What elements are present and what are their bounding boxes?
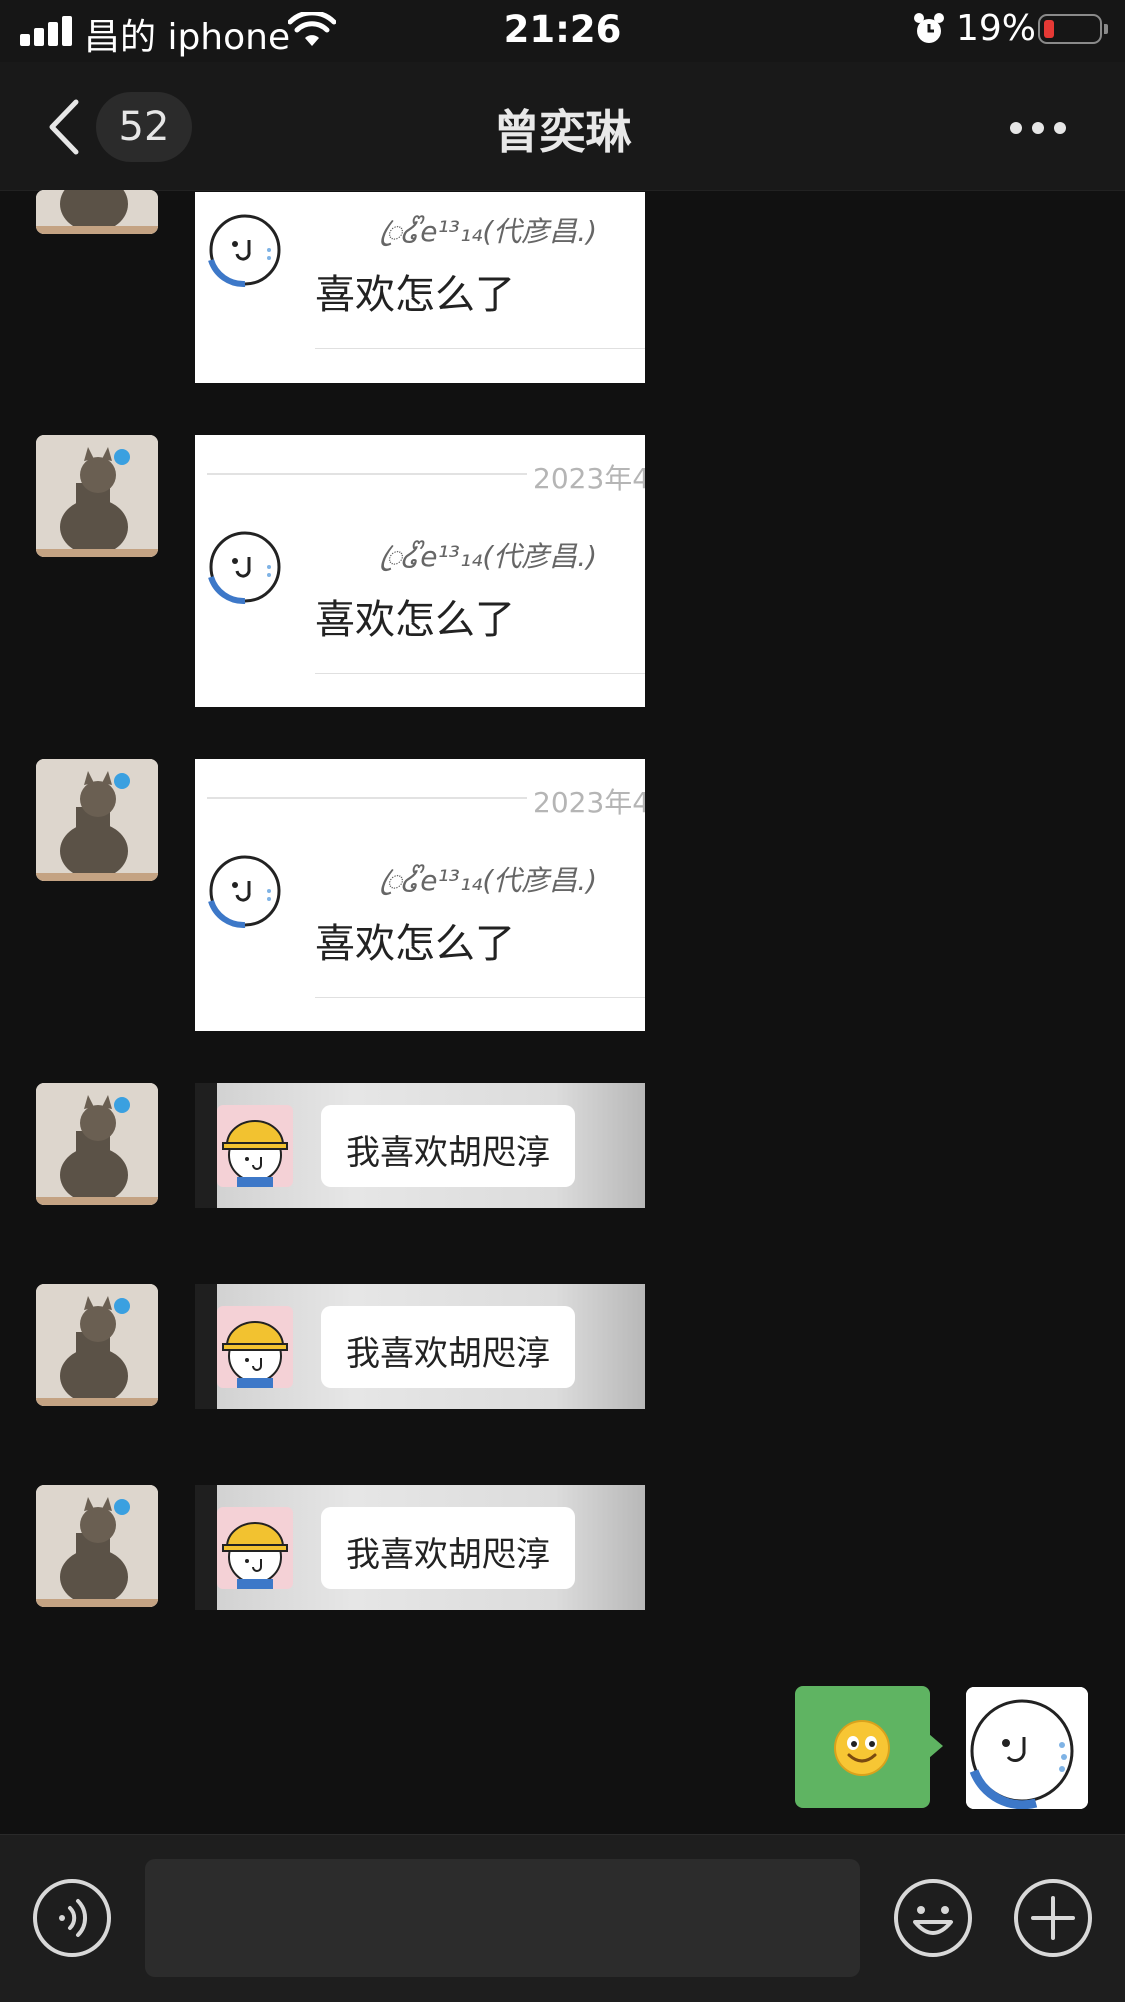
- bubble-tail: [929, 1734, 943, 1758]
- sticker-edge: [195, 1284, 217, 1409]
- sticker-message[interactable]: 2023年4 ꦿ໒ᩚe¹³₁₄(代彦昌.) 喜欢怎么了: [195, 435, 645, 707]
- contact-avatar[interactable]: [36, 190, 158, 234]
- divider: [315, 673, 645, 674]
- sticker-text: 喜欢怎么了: [315, 597, 515, 643]
- ellipsis-icon[interactable]: [1010, 112, 1070, 142]
- plus-circle-icon[interactable]: [1013, 1878, 1093, 1958]
- battery-percent: 19%: [956, 8, 1037, 49]
- contact-avatar[interactable]: [36, 1485, 158, 1607]
- sticker-text: 喜欢怎么了: [315, 272, 515, 318]
- outgoing-message-bubble[interactable]: [795, 1686, 930, 1808]
- sticker-text: 我喜欢胡咫淳: [346, 1133, 550, 1173]
- my-avatar[interactable]: [966, 1687, 1088, 1809]
- sticker-message[interactable]: 我喜欢胡咫淳: [195, 1485, 645, 1610]
- date-label: 2023年4: [533, 786, 645, 819]
- sticker-message[interactable]: ꦿ໒ᩚe¹³₁₄(代彦昌.) 喜欢怎么了: [195, 192, 645, 383]
- battery-level: [1044, 20, 1054, 38]
- sticker-text: 我喜欢胡咫淳: [346, 1535, 550, 1575]
- date-divider: [207, 797, 527, 799]
- contact-avatar[interactable]: [36, 1284, 158, 1406]
- sticker-text: 我喜欢胡咫淳: [346, 1334, 550, 1374]
- contact-avatar[interactable]: [36, 1083, 158, 1205]
- quoted-sender: ꦿ໒ᩚe¹³₁₄(代彦昌.): [379, 540, 598, 573]
- helmet-doodle-icon: [217, 1306, 293, 1388]
- sticker-message[interactable]: 我喜欢胡咫淳: [195, 1284, 645, 1409]
- doodle-face-icon: [208, 531, 281, 605]
- sticker-message[interactable]: 我喜欢胡咫淳: [195, 1083, 645, 1208]
- voice-icon[interactable]: [32, 1878, 112, 1958]
- sticker-bubble: 我喜欢胡咫淳: [321, 1507, 575, 1589]
- smiley-emoji-icon: [834, 1720, 890, 1776]
- sticker-edge: [195, 1485, 217, 1610]
- alarm-icon: [914, 13, 944, 43]
- emoji-face-icon[interactable]: [893, 1878, 973, 1958]
- status-bar: 昌的 iphone 21:26 19%: [0, 0, 1125, 62]
- quoted-sender: ꦿ໒ᩚe¹³₁₄(代彦昌.): [379, 864, 598, 897]
- chat-title: 曾奕琳: [493, 105, 632, 159]
- doodle-face-icon: [208, 214, 281, 288]
- doodle-face-icon: [208, 855, 281, 929]
- battery-icon: [1038, 14, 1102, 44]
- battery-nub: [1104, 24, 1108, 34]
- sticker-bubble: 我喜欢胡咫淳: [321, 1105, 575, 1187]
- contact-avatar[interactable]: [36, 759, 158, 881]
- date-label: 2023年4: [533, 462, 645, 495]
- chat-header: 52 曾奕琳: [0, 62, 1125, 191]
- divider: [315, 997, 645, 998]
- sticker-bubble: 我喜欢胡咫淳: [321, 1306, 575, 1388]
- divider: [315, 348, 645, 349]
- sticker-message[interactable]: 2023年4 ꦿ໒ᩚe¹³₁₄(代彦昌.) 喜欢怎么了: [195, 759, 645, 1031]
- date-divider: [207, 473, 527, 475]
- contact-avatar[interactable]: [36, 435, 158, 557]
- message-input[interactable]: [145, 1859, 860, 1977]
- sticker-text: 喜欢怎么了: [315, 921, 515, 967]
- helmet-doodle-icon: [217, 1507, 293, 1589]
- quoted-sender: ꦿ໒ᩚe¹³₁₄(代彦昌.): [379, 215, 598, 248]
- input-bar: [0, 1834, 1125, 2002]
- helmet-doodle-icon: [217, 1105, 293, 1187]
- sticker-edge: [195, 1083, 217, 1208]
